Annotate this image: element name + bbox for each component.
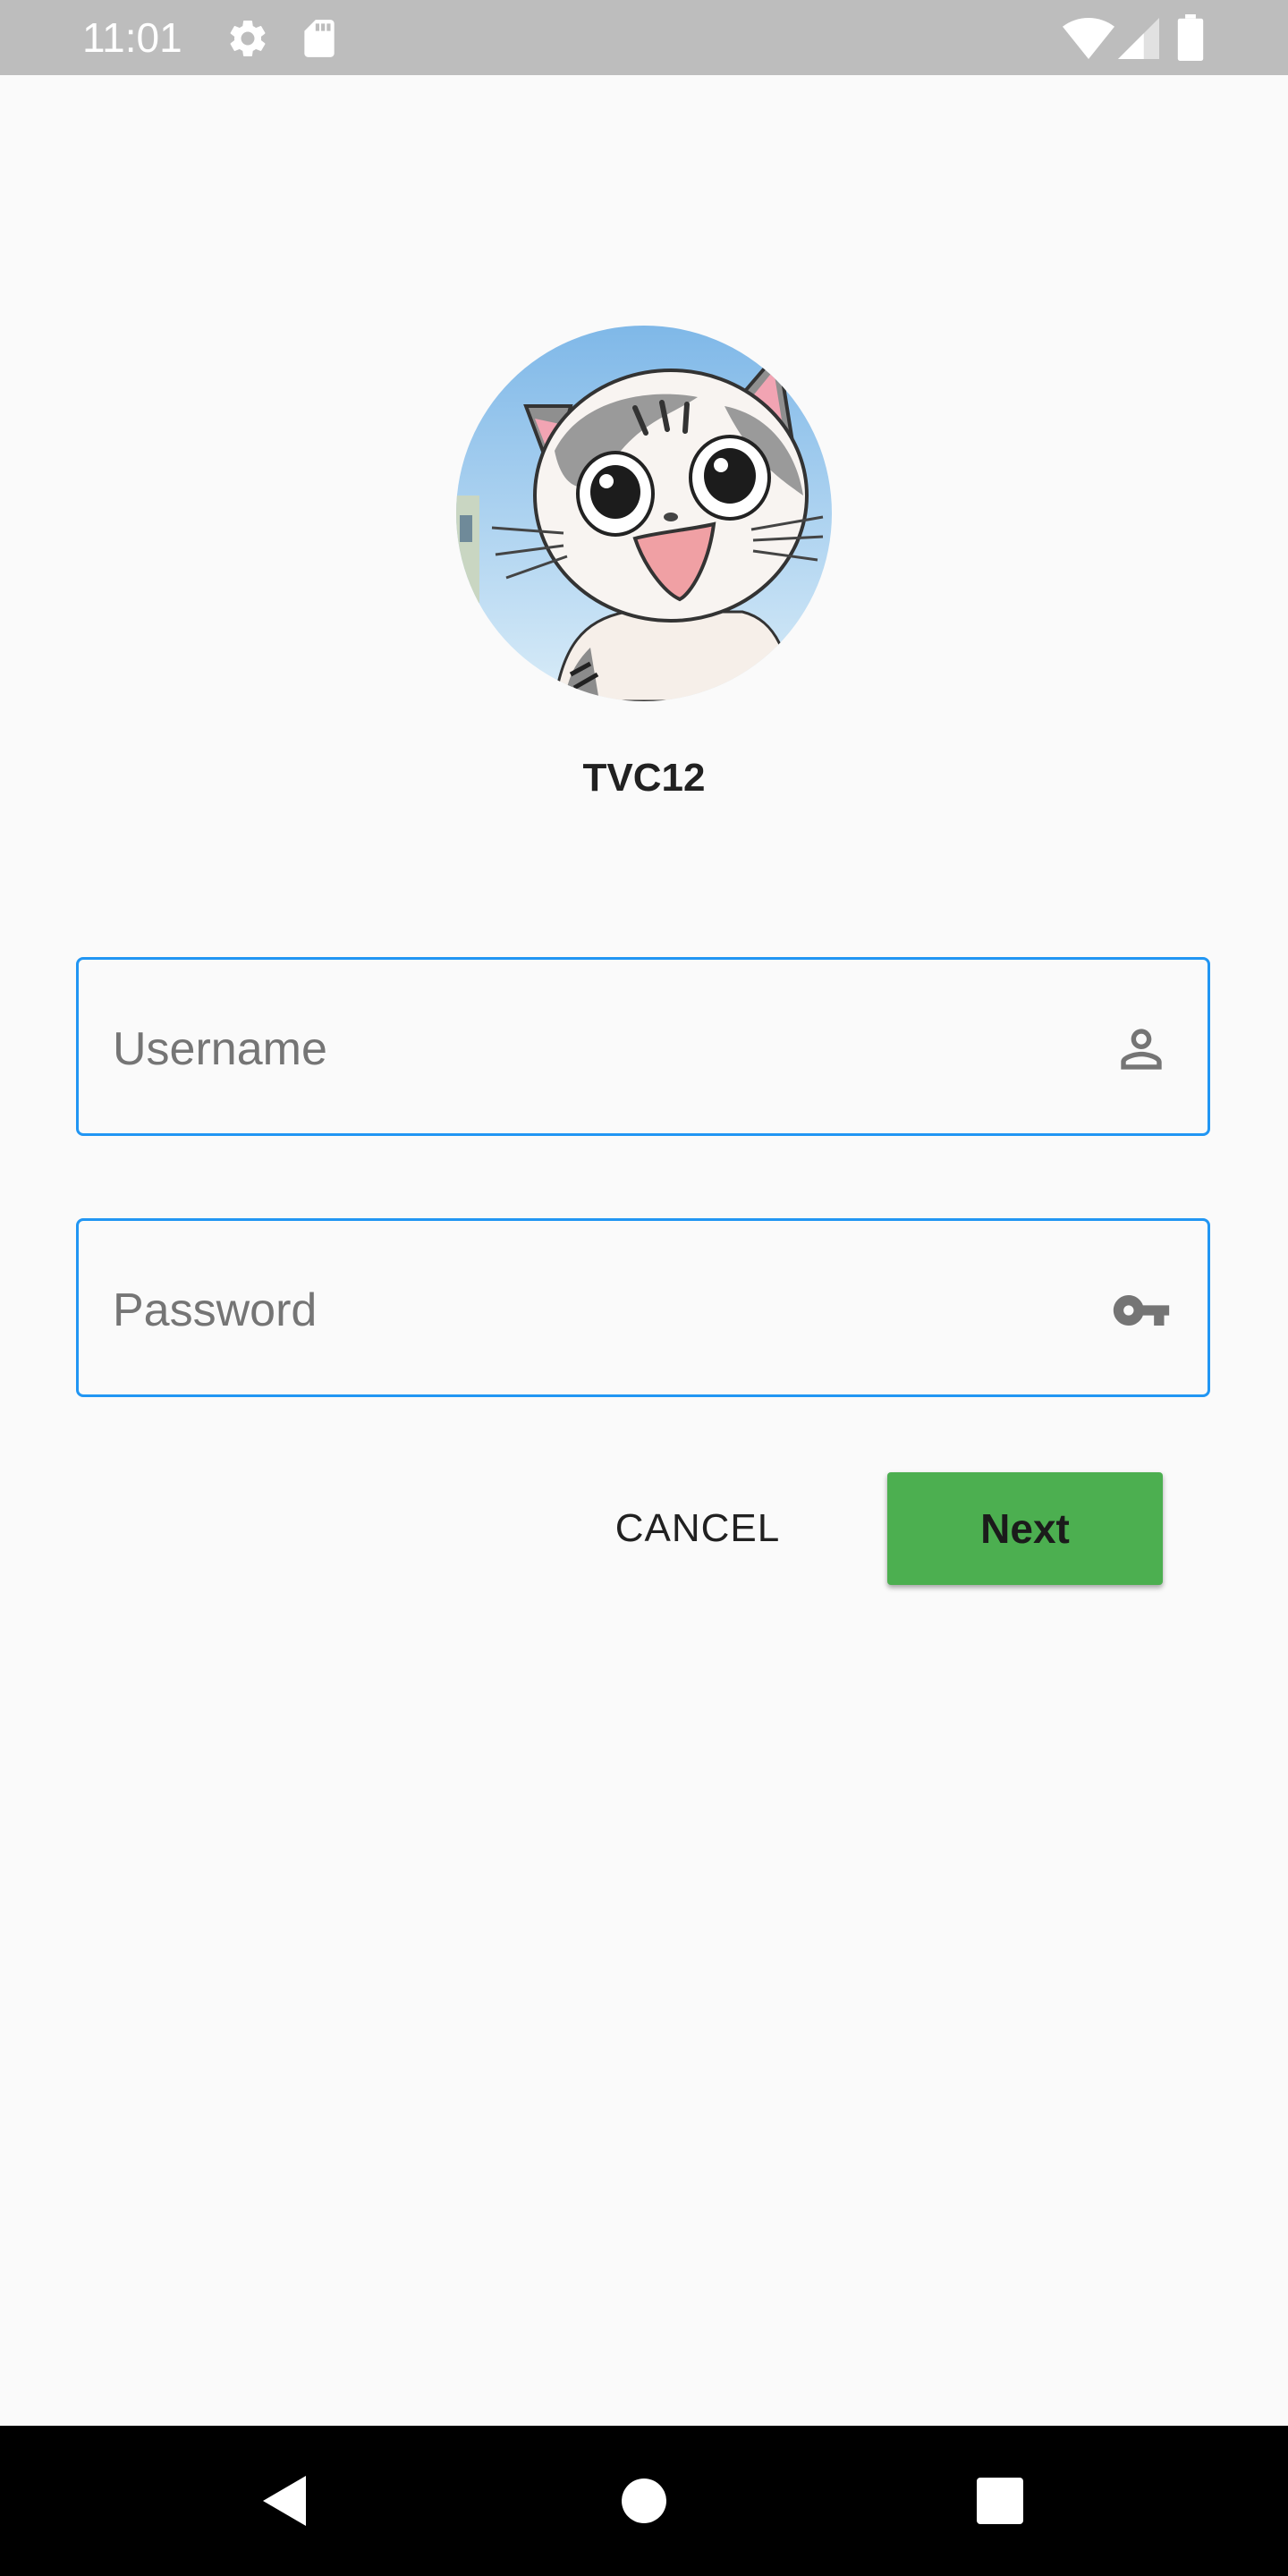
account-name: TVC12	[582, 756, 706, 800]
wifi-icon	[1063, 18, 1114, 59]
home-icon[interactable]	[599, 2456, 689, 2546]
status-bar: 11:01	[0, 0, 1288, 75]
sd-card-icon	[304, 20, 335, 57]
avatar[interactable]	[456, 326, 832, 701]
cat-avatar-image	[456, 326, 832, 701]
back-icon[interactable]	[240, 2456, 329, 2546]
username-field[interactable]	[76, 957, 1210, 1136]
password-input[interactable]	[113, 1266, 1007, 1355]
navigation-bar	[0, 2426, 1288, 2576]
cell-signal-icon	[1118, 18, 1159, 59]
cancel-button[interactable]: CANCEL	[590, 1472, 805, 1585]
battery-icon	[1177, 14, 1204, 61]
gear-icon	[230, 20, 266, 56]
next-button[interactable]: Next	[887, 1472, 1163, 1585]
username-input[interactable]	[113, 1004, 1007, 1094]
status-time: 11:01	[82, 14, 182, 61]
person-icon	[1121, 1029, 1162, 1070]
recents-icon[interactable]	[955, 2456, 1045, 2546]
password-field[interactable]	[76, 1218, 1210, 1397]
key-icon	[1113, 1295, 1170, 1326]
